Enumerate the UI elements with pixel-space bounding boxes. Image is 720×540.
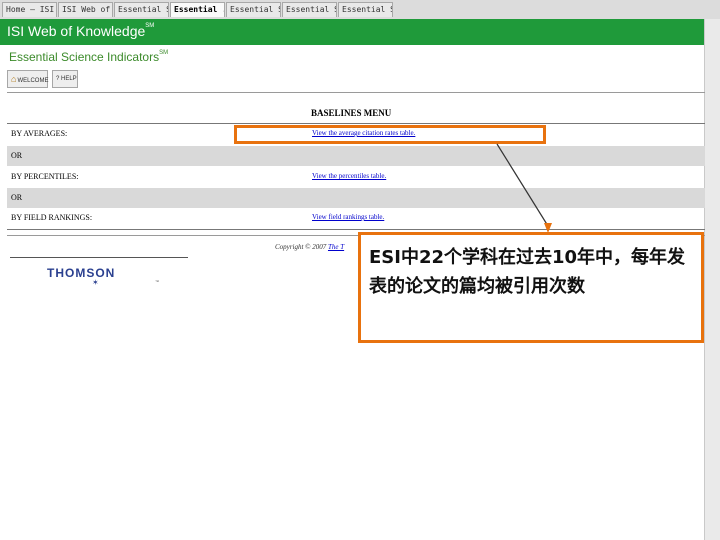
annotation-callout: ESI中22个学科在过去10年中，每年发表的论文的篇均被引用次数	[358, 232, 704, 343]
